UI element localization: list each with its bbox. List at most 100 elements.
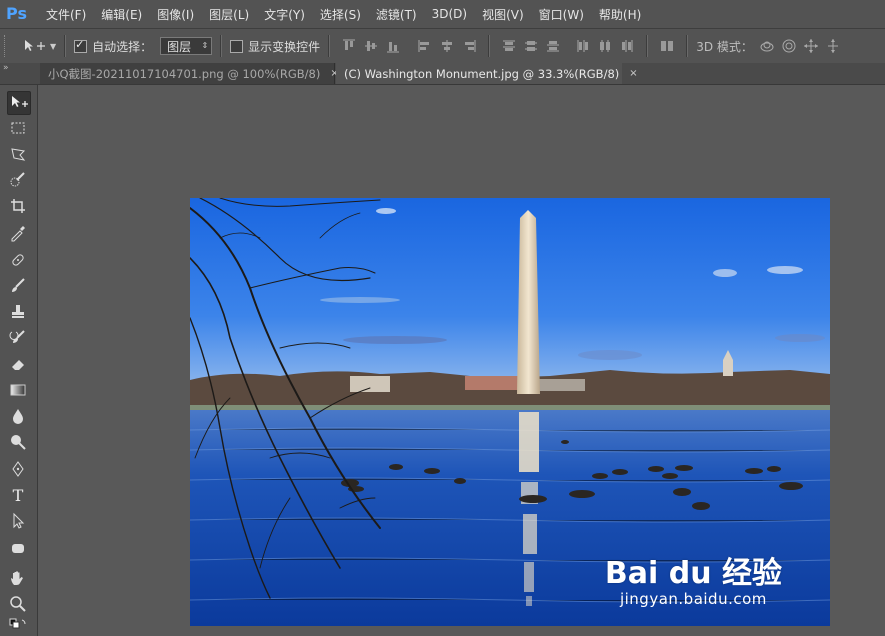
swap-colors-button[interactable] (7, 617, 29, 633)
document-tab-label: 小Q截图-20211017104701.png @ 100%(RGB/8) (48, 66, 321, 81)
slide-3d-icon[interactable] (825, 38, 841, 54)
collapse-panels-icon[interactable]: » (3, 63, 9, 73)
distribute-top-icon[interactable] (501, 38, 517, 54)
menu-image[interactable]: 图像(I) (157, 6, 194, 23)
blur-drop-icon (13, 409, 23, 424)
align-bottom-icon[interactable] (385, 38, 401, 54)
gradient-tool-button[interactable] (7, 379, 29, 401)
baidu-jingyan-watermark: Bai du 经验 jingyan.baidu.com (605, 548, 782, 608)
crop-tool-button[interactable] (7, 195, 29, 217)
menu-3d[interactable]: 3D(D) (432, 7, 467, 21)
chevron-down-icon: ▼ (50, 41, 57, 51)
menu-filter[interactable]: 滤镜(T) (376, 6, 417, 23)
polygonal-lasso-icon (11, 148, 26, 161)
canvas-workspace[interactable]: Bai du 经验 jingyan.baidu.com (38, 85, 885, 636)
zoom-tool-button[interactable] (7, 593, 29, 615)
align-hcenter-icon[interactable] (439, 38, 455, 54)
distribute-hcenter-icon[interactable] (597, 38, 613, 54)
brush-tool-button[interactable] (7, 275, 29, 297)
options-bar: ▼ 自动选择： 图层 ⇕ 显示变换控件 3D 模式： (0, 28, 885, 64)
history-brush-tool-button[interactable] (7, 327, 29, 349)
menu-view[interactable]: 视图(V) (482, 6, 524, 23)
show-transform-checkbox[interactable] (230, 39, 244, 53)
path-select-tool-button[interactable] (7, 510, 29, 532)
options-bar-grip[interactable] (4, 35, 9, 57)
align-right-icon[interactable] (461, 38, 477, 54)
bandage-icon (12, 254, 24, 266)
quick-select-tool-button[interactable] (7, 169, 29, 191)
history-brush-icon (9, 330, 25, 343)
crop-icon (11, 199, 25, 213)
tools-panel: T (0, 85, 38, 636)
separator (686, 35, 689, 57)
type-tool-button[interactable]: T (7, 484, 29, 506)
menu-help[interactable]: 帮助(H) (599, 6, 641, 23)
auto-select-checkbox[interactable] (74, 38, 88, 53)
menu-type[interactable]: 文字(Y) (264, 6, 305, 23)
menu-window[interactable]: 窗口(W) (539, 6, 584, 23)
auto-align-icon[interactable] (659, 38, 675, 54)
separator (220, 35, 223, 57)
shape-tool-button[interactable] (7, 537, 29, 559)
menu-layer[interactable]: 图层(L) (209, 6, 249, 23)
zoom-icon (10, 596, 26, 612)
auto-select-value: 图层 (167, 39, 192, 54)
document-tabs-bar: » 小Q截图-20211017104701.png @ 100%(RGB/8) … (0, 63, 885, 85)
move-tool-button[interactable] (7, 91, 31, 115)
separator (328, 35, 331, 57)
brush-icon (12, 278, 25, 292)
menu-file[interactable]: 文件(F) (46, 6, 86, 23)
rectangle-marquee-icon (11, 122, 25, 134)
move-tool-icon (25, 40, 45, 51)
auto-select-dropdown[interactable]: 图层 ⇕ (160, 37, 213, 55)
tool-preset-picker[interactable]: ▼ (23, 38, 56, 54)
menu-bar: Ps 文件(F) 编辑(E) 图像(I) 图层(L) 文字(Y) 选择(S) 滤… (0, 0, 885, 28)
separator (64, 35, 67, 57)
rounded-rectangle-icon (12, 544, 24, 553)
dodge-tool-button[interactable] (7, 431, 29, 453)
path-selection-arrow-icon (13, 512, 25, 529)
document-canvas[interactable]: Bai du 经验 jingyan.baidu.com (190, 198, 830, 626)
pen-icon (12, 461, 24, 477)
menu-select[interactable]: 选择(S) (320, 6, 361, 23)
document-tab-active[interactable]: (C) Washington Monument.jpg @ 33.3%(RGB/… (336, 63, 638, 84)
rotate-3d-icon[interactable] (759, 38, 775, 54)
healing-brush-tool-button[interactable] (7, 249, 29, 271)
eyedropper-icon (11, 226, 25, 242)
distribute-right-icon[interactable] (619, 38, 635, 54)
separator (488, 35, 491, 57)
show-transform-label: 显示变换控件 (248, 39, 321, 54)
distribute-left-icon[interactable] (575, 38, 591, 54)
lasso-tool-button[interactable] (7, 143, 29, 165)
menu-edit[interactable]: 编辑(E) (101, 6, 142, 23)
roll-3d-icon[interactable] (781, 38, 797, 54)
mode-3d-label: 3D 模式： (696, 39, 753, 54)
quick-selection-icon (10, 172, 25, 187)
gradient-icon (10, 384, 26, 396)
eraser-tool-button[interactable] (7, 353, 29, 375)
auto-select-label: 自动选择： (92, 39, 153, 54)
marquee-tool-button[interactable] (7, 117, 29, 139)
type-icon: T (12, 485, 24, 505)
document-tab-label: (C) Washington Monument.jpg @ 33.3%(RGB/… (344, 66, 620, 81)
dodge-icon (11, 435, 26, 450)
watermark-url: jingyan.baidu.com (619, 590, 767, 608)
pan-3d-icon[interactable] (803, 38, 819, 54)
align-left-icon[interactable] (417, 38, 433, 54)
clone-stamp-tool-button[interactable] (7, 301, 29, 323)
default-colors-icon (9, 618, 26, 629)
align-top-icon[interactable] (341, 38, 357, 54)
updown-icon: ⇕ (201, 41, 209, 50)
watermark-logo: Bai du 经验 (604, 556, 782, 591)
document-tab[interactable]: 小Q截图-20211017104701.png @ 100%(RGB/8) × (40, 63, 339, 84)
hand-tool-button[interactable] (7, 567, 29, 589)
distribute-bottom-icon[interactable] (545, 38, 561, 54)
photoshop-logo: Ps (6, 4, 27, 23)
align-vcenter-icon[interactable] (363, 38, 379, 54)
distribute-vcenter-icon[interactable] (523, 38, 539, 54)
hand-icon (11, 571, 23, 585)
close-icon[interactable]: × (629, 68, 637, 79)
eyedropper-tool-button[interactable] (7, 222, 29, 244)
blur-tool-button[interactable] (7, 405, 29, 427)
pen-tool-button[interactable] (7, 458, 29, 480)
